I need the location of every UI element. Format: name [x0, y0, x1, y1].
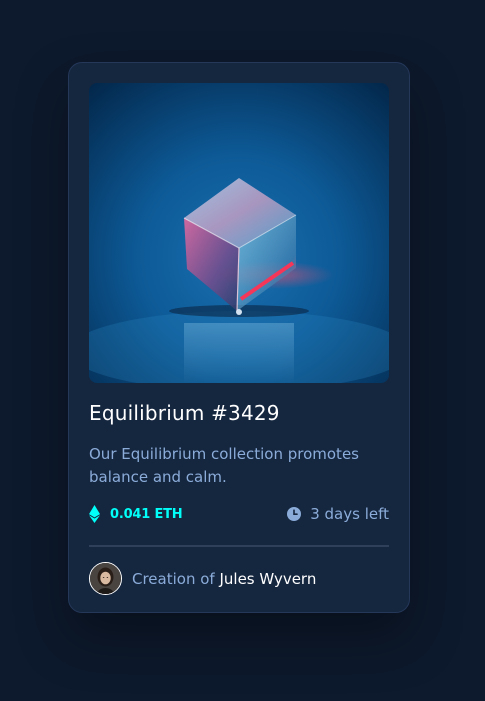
- time-left-value: 3 days left: [310, 505, 389, 523]
- avatar: [89, 562, 122, 595]
- creator-name-link[interactable]: Jules Wyvern: [219, 570, 316, 588]
- nft-description: Our Equilibrium collection promotes bala…: [89, 445, 359, 486]
- price-value: 0.041 ETH: [110, 506, 183, 522]
- nft-title[interactable]: Equilibrium #3429: [89, 399, 389, 427]
- creator-prefix: Creation of: [132, 569, 220, 588]
- nft-image[interactable]: [89, 83, 389, 383]
- nft-meta-row: 0.041 ETH 3 days left: [89, 503, 389, 525]
- price-info: 0.041 ETH: [89, 503, 183, 525]
- time-left-info: 3 days left: [287, 503, 389, 525]
- creator-info: Creation of Jules Wyvern: [89, 562, 316, 595]
- clock-icon: [287, 507, 302, 521]
- nft-preview-card: Equilibrium #3429 Our Equilibrium collec…: [68, 62, 410, 613]
- divider: [89, 545, 389, 547]
- ethereum-icon: [89, 505, 100, 523]
- equilibrium-cube-artwork: [89, 83, 389, 383]
